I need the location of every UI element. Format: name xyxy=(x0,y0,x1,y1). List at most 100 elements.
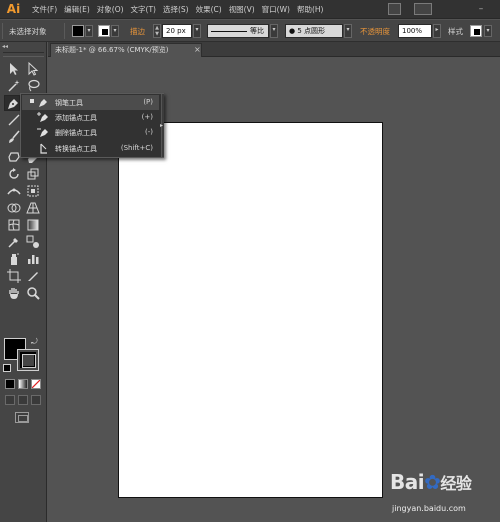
baidu-jingyan-watermark: Bai✿经验 jingyan.baidu.com xyxy=(388,470,498,518)
arrange-documents-icon[interactable] xyxy=(414,3,432,15)
selection-tool-icon[interactable] xyxy=(6,61,22,77)
free-transform-tool-icon[interactable] xyxy=(25,183,41,199)
artboard[interactable] xyxy=(118,122,383,498)
none-mode-icon[interactable] xyxy=(31,379,41,389)
flyout-item-label: 添加锚点工具 xyxy=(55,114,97,122)
flyout-item-convert-anchor-point[interactable]: 转换锚点工具 (Shift+C) xyxy=(22,141,159,156)
delete-anchor-point-icon xyxy=(37,126,50,139)
opacity-field[interactable]: 100% xyxy=(398,24,432,38)
stroke-stepper[interactable]: ▲ ▼ xyxy=(153,24,161,38)
fill-swatch[interactable] xyxy=(72,25,84,37)
menu-file[interactable]: 文件(F) xyxy=(32,4,57,15)
flyout-item-label: 删除锚点工具 xyxy=(55,129,97,137)
close-tab-icon[interactable]: × xyxy=(194,44,201,56)
slice-tool-icon[interactable] xyxy=(25,268,41,284)
menu-bar: Ai 文件(F) 编辑(E) 对象(O) 文字(T) 选择(S) 效果(C) 视… xyxy=(0,0,500,19)
menu-object[interactable]: 对象(O) xyxy=(97,4,124,15)
watermark-logo: Bai✿经验 xyxy=(390,470,472,494)
menu-view[interactable]: 视图(V) xyxy=(229,4,255,15)
menu-effect[interactable]: 效果(C) xyxy=(196,4,222,15)
document-tab-bar: 未标题-1* @ 66.67% (CMYK/预览) × xyxy=(48,42,500,57)
symbol-sprayer-tool-icon[interactable] xyxy=(6,251,22,267)
shape-builder-tool-icon[interactable] xyxy=(6,200,22,216)
mesh-tool-icon[interactable] xyxy=(6,217,22,233)
width-tool-icon[interactable] xyxy=(6,183,22,199)
stroke-weight-dropdown-icon[interactable]: ▾ xyxy=(193,24,201,38)
add-anchor-point-icon xyxy=(37,111,50,124)
gradient-mode-icon[interactable] xyxy=(18,379,28,389)
lasso-tool-icon[interactable] xyxy=(25,78,41,94)
flyout-item-label: 钢笔工具 xyxy=(55,99,83,107)
profile-line-icon xyxy=(211,31,247,32)
style-swatch[interactable] xyxy=(470,25,482,37)
default-fill-stroke-icon[interactable] xyxy=(3,364,11,372)
app-logo: Ai xyxy=(6,2,21,16)
stroke-color-indicator xyxy=(20,352,36,368)
flyout-item-pen[interactable]: 钢笔工具 (P) xyxy=(22,95,159,110)
stroke-dropdown-icon[interactable]: ▾ xyxy=(111,25,119,37)
flyout-item-add-anchor-point[interactable]: 添加锚点工具 (+) xyxy=(22,110,159,125)
selected-bullet-icon xyxy=(30,99,34,103)
menu-help[interactable]: 帮助(H) xyxy=(297,4,324,15)
control-bar: 未选择对象 ▾ ▾ 描边 ▲ ▼ 20 px ▾ 等比 ▾ ● 5 点圆形 ▾ 不… xyxy=(0,20,500,42)
stroke-color-box[interactable] xyxy=(17,349,39,371)
pen-tool-icon[interactable] xyxy=(4,95,20,111)
tearoff-arrow-icon[interactable]: ▸ xyxy=(160,122,163,129)
document-tab-title: 未标题-1* @ 66.67% (CMYK/预览) xyxy=(55,46,169,54)
stroke-label[interactable]: 描边 xyxy=(130,26,145,37)
brush-dropdown-icon[interactable]: ▾ xyxy=(344,24,352,38)
zoom-tool-icon[interactable] xyxy=(25,285,41,301)
convert-anchor-point-icon xyxy=(37,142,50,155)
collapse-panel-icon[interactable]: ◂◂ xyxy=(2,43,8,50)
flyout-item-shortcut: (-) xyxy=(145,128,153,136)
eyedropper-tool-icon[interactable] xyxy=(6,234,22,250)
color-mode-icon[interactable] xyxy=(5,379,15,389)
draw-behind-icon[interactable] xyxy=(18,395,28,405)
selection-status: 未选择对象 xyxy=(9,27,47,36)
perspective-grid-tool-icon[interactable] xyxy=(25,200,41,216)
fill-dropdown-icon[interactable]: ▾ xyxy=(85,25,93,37)
flyout-item-shortcut: (P) xyxy=(143,98,153,106)
style-dropdown-icon[interactable]: ▾ xyxy=(484,25,492,37)
hand-tool-icon[interactable] xyxy=(6,285,22,301)
pen-tool-flyout: 钢笔工具 (P) 添加锚点工具 (+) 删除锚点工具 (-) 转换锚点工具 (S… xyxy=(20,93,164,158)
menu-edit[interactable]: 编辑(E) xyxy=(64,4,90,15)
profile-label: 等比 xyxy=(250,27,264,35)
direct-selection-tool-icon[interactable] xyxy=(25,61,41,77)
flyout-item-delete-anchor-point[interactable]: 删除锚点工具 (-) xyxy=(22,125,159,140)
screen-mode-icon[interactable] xyxy=(15,412,29,423)
divider xyxy=(64,23,65,39)
gradient-tool-icon[interactable] xyxy=(25,217,41,233)
scale-tool-icon[interactable] xyxy=(25,166,41,182)
variable-width-profile[interactable]: 等比 xyxy=(207,24,269,38)
profile-dropdown-icon[interactable]: ▾ xyxy=(270,24,278,38)
flyout-item-label: 转换锚点工具 xyxy=(55,145,97,153)
stroke-swatch[interactable] xyxy=(98,25,110,37)
flyout-item-shortcut: (+) xyxy=(141,113,153,121)
pen-icon xyxy=(37,96,50,109)
swap-fill-stroke-icon[interactable]: ⤾ xyxy=(31,337,38,347)
stroke-weight-field[interactable]: 20 px xyxy=(162,24,192,38)
draw-inside-icon[interactable] xyxy=(31,395,41,405)
watermark-logo-text: Bai xyxy=(390,470,425,494)
column-graph-tool-icon[interactable] xyxy=(25,251,41,267)
opacity-dropdown-icon[interactable]: ▸ xyxy=(433,24,441,38)
panel-grip[interactable] xyxy=(3,52,44,57)
brush-definition[interactable]: ● 5 点圆形 xyxy=(285,24,343,38)
menu-window[interactable]: 窗口(W) xyxy=(262,4,290,15)
artboard-tool-icon[interactable] xyxy=(6,268,22,284)
watermark-logo-text-2: 经验 xyxy=(440,474,472,493)
control-bar-grip xyxy=(2,23,3,39)
menu-type[interactable]: 文字(T) xyxy=(131,4,156,15)
rotate-tool-icon[interactable] xyxy=(6,166,22,182)
bridge-icon[interactable] xyxy=(388,3,401,15)
minimize-icon[interactable]: – xyxy=(476,4,486,14)
opacity-label[interactable]: 不透明度 xyxy=(360,26,390,37)
magic-wand-tool-icon[interactable] xyxy=(6,78,22,94)
blend-tool-icon[interactable] xyxy=(25,234,41,250)
document-tab[interactable]: 未标题-1* @ 66.67% (CMYK/预览) × xyxy=(50,43,202,57)
watermark-url: jingyan.baidu.com xyxy=(392,504,466,513)
paw-icon: ✿ xyxy=(424,470,441,494)
menu-select[interactable]: 选择(S) xyxy=(163,4,189,15)
draw-normal-icon[interactable] xyxy=(5,395,15,405)
